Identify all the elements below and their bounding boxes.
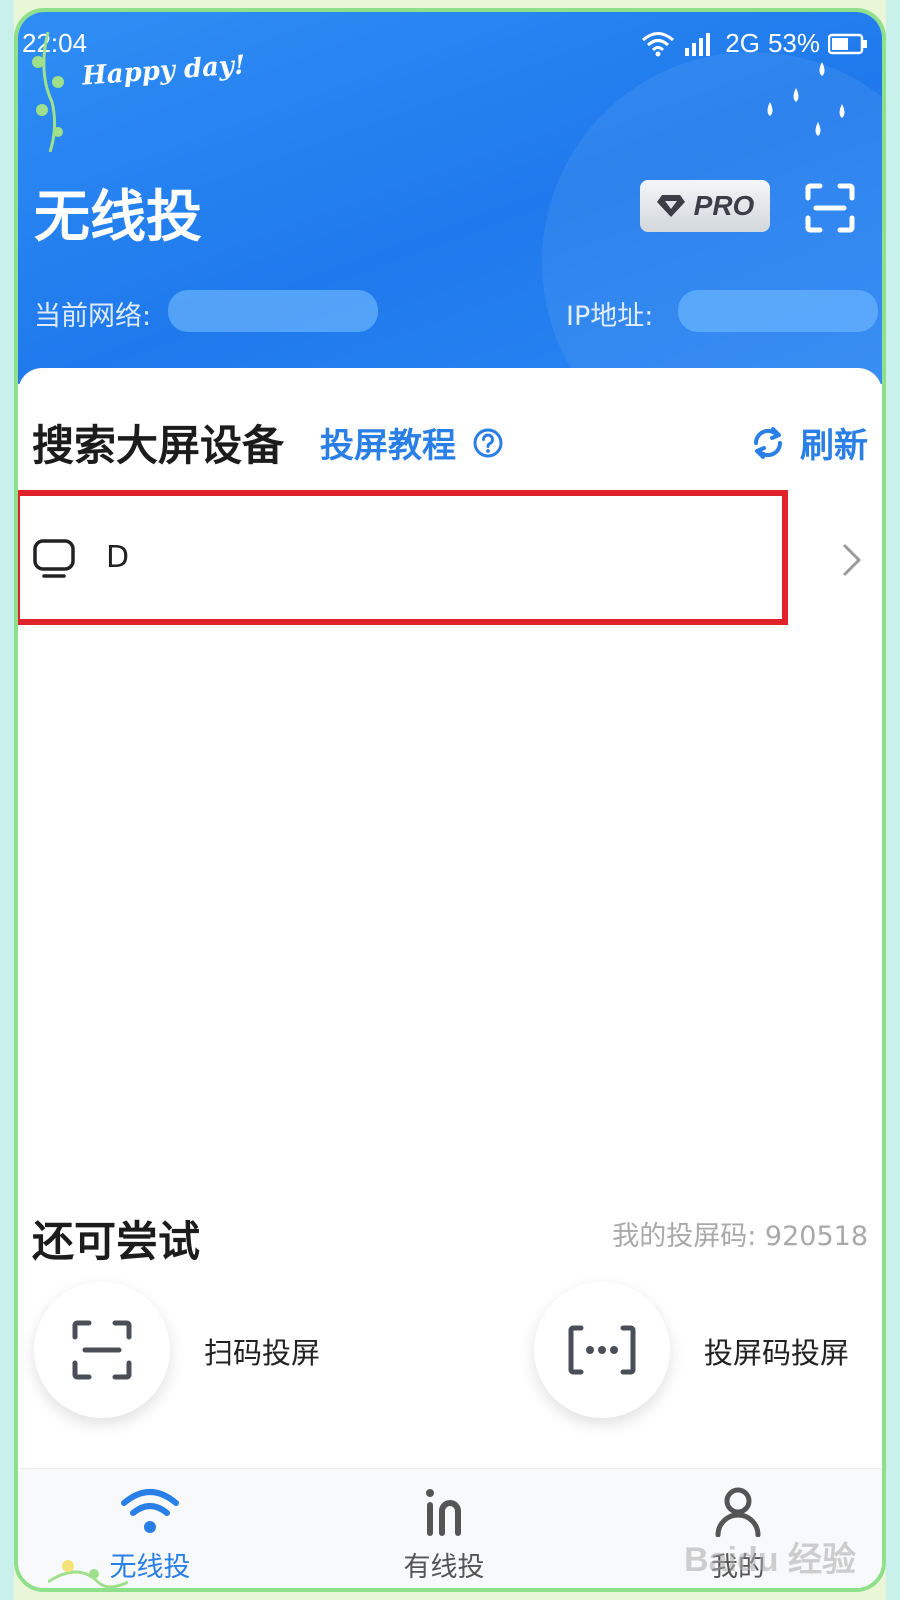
vine-decoration-icon xyxy=(32,32,64,152)
network-name-redacted xyxy=(168,290,378,332)
app-screen: 22:04 2G 53% Happy day! 无线投 PRO 当前网络: IP… xyxy=(14,8,886,1592)
battery-percent: 53% xyxy=(767,28,820,58)
cast-code-label: 我的投屏码: 920518 xyxy=(612,1221,868,1252)
search-devices-title: 搜索大屏设备 xyxy=(32,421,285,470)
try-more-title: 还可尝试 xyxy=(32,1217,201,1266)
ip-address-redacted xyxy=(678,290,878,332)
nav-wired[interactable]: 有线投 xyxy=(364,1469,524,1588)
help-icon xyxy=(473,428,503,457)
header: 22:04 2G 53% Happy day! 无线投 PRO 当前网络: IP… xyxy=(18,12,882,384)
scan-cast-label[interactable]: 扫码投屏 xyxy=(204,1330,320,1372)
cable-icon xyxy=(426,1489,461,1536)
signal-icon xyxy=(685,32,711,56)
nav-wired-label: 有线投 xyxy=(403,1552,485,1583)
scan-icon[interactable] xyxy=(804,182,856,234)
pro-button[interactable]: PRO xyxy=(640,180,770,232)
status-indicators: 2G 53% xyxy=(641,28,868,59)
refresh-button[interactable]: 刷新 xyxy=(748,418,868,467)
network-type: 2G xyxy=(725,28,760,58)
pro-label: PRO xyxy=(693,190,755,221)
tutorial-link[interactable]: 投屏教程 xyxy=(320,418,504,467)
scan-code-icon xyxy=(72,1320,132,1380)
current-network-label: 当前网络: xyxy=(34,301,152,332)
code-cast-button[interactable] xyxy=(534,1282,670,1418)
code-cast-label[interactable]: 投屏码投屏 xyxy=(704,1330,849,1372)
cast-code-icon xyxy=(568,1325,636,1375)
wifi-icon xyxy=(121,1489,179,1533)
diamond-icon xyxy=(656,195,685,217)
raindrops-decoration-icon xyxy=(767,62,845,136)
user-icon xyxy=(715,1487,761,1537)
highlight-box xyxy=(18,490,788,625)
ip-address-label: IP地址: xyxy=(566,301,654,332)
tutorial-label: 投屏教程 xyxy=(320,426,456,466)
scan-cast-button[interactable] xyxy=(34,1282,170,1418)
wifi-icon xyxy=(642,31,675,56)
refresh-icon xyxy=(753,426,783,459)
chevron-right-icon xyxy=(843,544,861,576)
baidu-watermark: Baidu 经验 xyxy=(684,1541,856,1579)
refresh-label: 刷新 xyxy=(800,426,868,466)
vine-corner-decoration-icon xyxy=(48,1560,128,1588)
battery-icon xyxy=(828,33,867,54)
page-title: 无线投 xyxy=(34,185,202,250)
